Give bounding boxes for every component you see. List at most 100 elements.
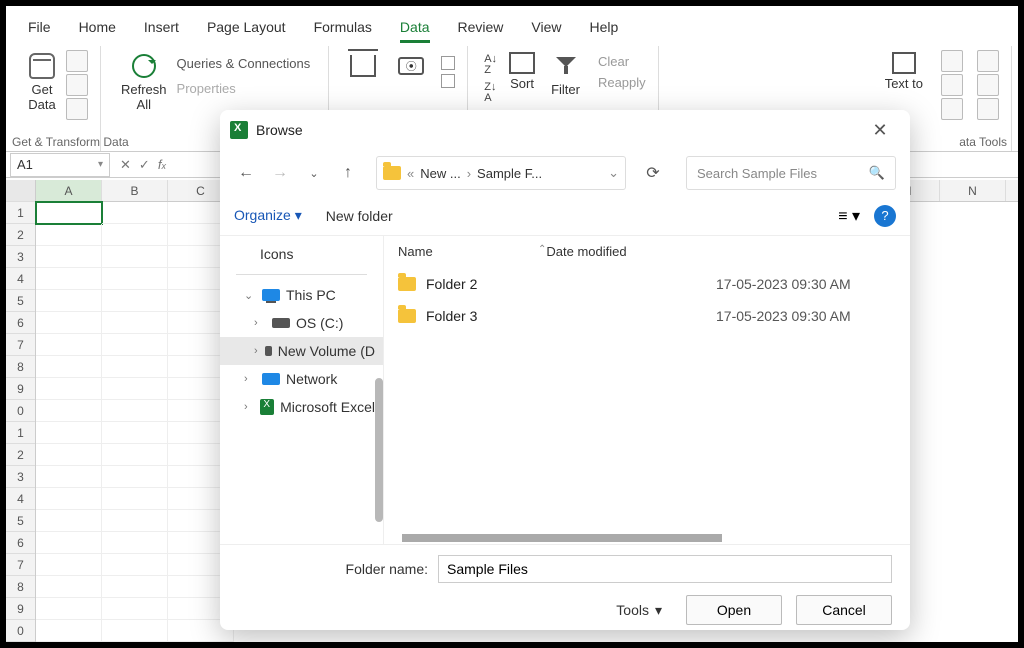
col-b[interactable]: B (102, 180, 168, 201)
close-icon[interactable]: ✕ (860, 110, 900, 150)
row-header[interactable]: 1 (6, 202, 35, 224)
text-to-columns-button[interactable]: Text to (881, 50, 927, 93)
menu-file[interactable]: File (14, 13, 65, 41)
row-header[interactable]: 2 (6, 224, 35, 246)
file-hscrollbar[interactable] (402, 534, 910, 544)
menu-view[interactable]: View (517, 13, 575, 41)
col-a[interactable]: A (36, 180, 102, 201)
flash-fill-icon[interactable] (941, 50, 963, 72)
data-model-icon[interactable] (977, 98, 999, 120)
tree-network[interactable]: › Network (220, 365, 383, 393)
name-box[interactable]: A1 ▾ (10, 153, 110, 177)
expand-icon[interactable]: › (244, 401, 254, 413)
row-header[interactable]: 2 (6, 444, 35, 466)
from-text-icon[interactable] (66, 50, 88, 72)
from-table-icon[interactable] (66, 98, 88, 120)
row-header[interactable]: 9 (6, 598, 35, 620)
menu-help[interactable]: Help (576, 13, 633, 41)
sort-asc-icon[interactable]: A↓Z (484, 54, 497, 76)
cancel-button[interactable]: Cancel (796, 595, 892, 625)
properties-button[interactable]: Properties (171, 79, 242, 98)
view-mode-icon[interactable]: ≡ ▾ (838, 206, 860, 226)
forward-button[interactable]: → (268, 161, 292, 185)
row-header[interactable]: 8 (6, 576, 35, 598)
currencies-button[interactable]: ⦿ (393, 50, 429, 82)
refresh-button[interactable]: ⟳ (636, 156, 670, 190)
reapply-button[interactable]: Reapply (598, 75, 646, 90)
cell-a1[interactable] (36, 202, 102, 224)
breadcrumb[interactable]: « New ... › Sample F... ⌄ (376, 156, 626, 190)
expand-icon[interactable]: › (254, 345, 259, 357)
remove-dup-icon[interactable] (941, 74, 963, 96)
row-header[interactable]: 5 (6, 510, 35, 532)
queries-connections-button[interactable]: Queries & Connections (171, 54, 317, 73)
file-row[interactable]: Folder 2 17-05-2023 09:30 AM (384, 268, 910, 300)
row-header[interactable]: 3 (6, 246, 35, 268)
consolidate-icon[interactable] (977, 50, 999, 72)
get-data-button[interactable]: Get Data (24, 50, 60, 114)
folder-name-input[interactable]: Sample Files (438, 555, 892, 583)
refresh-all-button[interactable]: Refresh All (117, 50, 171, 114)
sort-desc-icon[interactable]: Z↓A (484, 82, 497, 104)
row-header[interactable]: 7 (6, 334, 35, 356)
tree-scrollbar[interactable] (375, 378, 383, 522)
row-header[interactable]: 6 (6, 312, 35, 334)
help-icon[interactable]: ? (874, 205, 896, 227)
search-icon: 🔍 (869, 165, 885, 181)
tree-icons[interactable]: Icons (220, 240, 383, 268)
row-header[interactable]: 1 (6, 422, 35, 444)
row-header[interactable]: 9 (6, 378, 35, 400)
expand-icon[interactable]: › (254, 317, 266, 329)
menu-data[interactable]: Data (386, 13, 444, 41)
search-input[interactable]: Search Sample Files 🔍 (686, 156, 896, 190)
row-header[interactable]: 5 (6, 290, 35, 312)
organize-button[interactable]: Organize ▾ (234, 207, 302, 224)
back-button[interactable]: ← (234, 161, 258, 185)
datatype-nav-down-icon[interactable] (441, 74, 455, 88)
fx-icon[interactable]: fx (158, 157, 166, 173)
collapse-icon[interactable]: ⌄ (244, 289, 256, 302)
chevron-down-icon[interactable]: ⌄ (608, 165, 619, 181)
tree-excel[interactable]: › Microsoft Excel (220, 393, 383, 421)
tree-new-volume[interactable]: › New Volume (D (220, 337, 383, 365)
cancel-formula-icon[interactable]: ✕ (120, 157, 131, 173)
crumb-2[interactable]: Sample F... (477, 166, 542, 181)
tools-dropdown[interactable]: Tools ▾ (616, 602, 662, 619)
menu-formulas[interactable]: Formulas (300, 13, 386, 41)
new-folder-button[interactable]: New folder (326, 208, 393, 224)
row-header[interactable]: 6 (6, 532, 35, 554)
row-header[interactable]: 7 (6, 554, 35, 576)
header-date[interactable]: Date modified (546, 244, 896, 259)
menu-page-layout[interactable]: Page Layout (193, 13, 300, 41)
validation-icon[interactable] (941, 98, 963, 120)
dialog-footer: Folder name: Sample Files Tools ▾ Open C… (220, 544, 910, 630)
row-header[interactable]: 0 (6, 620, 35, 642)
crumb-1[interactable]: New ... (420, 166, 460, 181)
row-header[interactable]: 0 (6, 400, 35, 422)
open-button[interactable]: Open (686, 595, 782, 625)
filter-button[interactable]: Filter (547, 50, 584, 99)
row-header[interactable]: 4 (6, 268, 35, 290)
from-web-icon[interactable] (66, 74, 88, 96)
menu-review[interactable]: Review (444, 13, 518, 41)
datatype-nav-up-icon[interactable] (441, 56, 455, 70)
file-row[interactable]: Folder 3 17-05-2023 09:30 AM (384, 300, 910, 332)
up-button[interactable]: ↑ (336, 161, 360, 185)
relationships-icon[interactable] (977, 74, 999, 96)
clear-button[interactable]: Clear (598, 54, 646, 69)
menu-home[interactable]: Home (65, 13, 130, 41)
row-header[interactable]: 8 (6, 356, 35, 378)
accept-formula-icon[interactable]: ✓ (139, 157, 150, 173)
tree-this-pc[interactable]: ⌄ This PC (220, 281, 383, 309)
expand-icon[interactable]: › (244, 373, 256, 385)
stocks-button[interactable] (345, 50, 381, 82)
row-header[interactable]: 3 (6, 466, 35, 488)
sort-button[interactable]: Sort (505, 50, 539, 93)
menu-insert[interactable]: Insert (130, 13, 193, 41)
col-n[interactable]: N (940, 180, 1006, 201)
select-all-corner[interactable] (6, 180, 35, 202)
recent-dropdown-icon[interactable]: ⌄ (302, 161, 326, 185)
tree-os-c[interactable]: › OS (C:) (220, 309, 383, 337)
row-header[interactable]: 4 (6, 488, 35, 510)
tree-divider (236, 274, 367, 275)
